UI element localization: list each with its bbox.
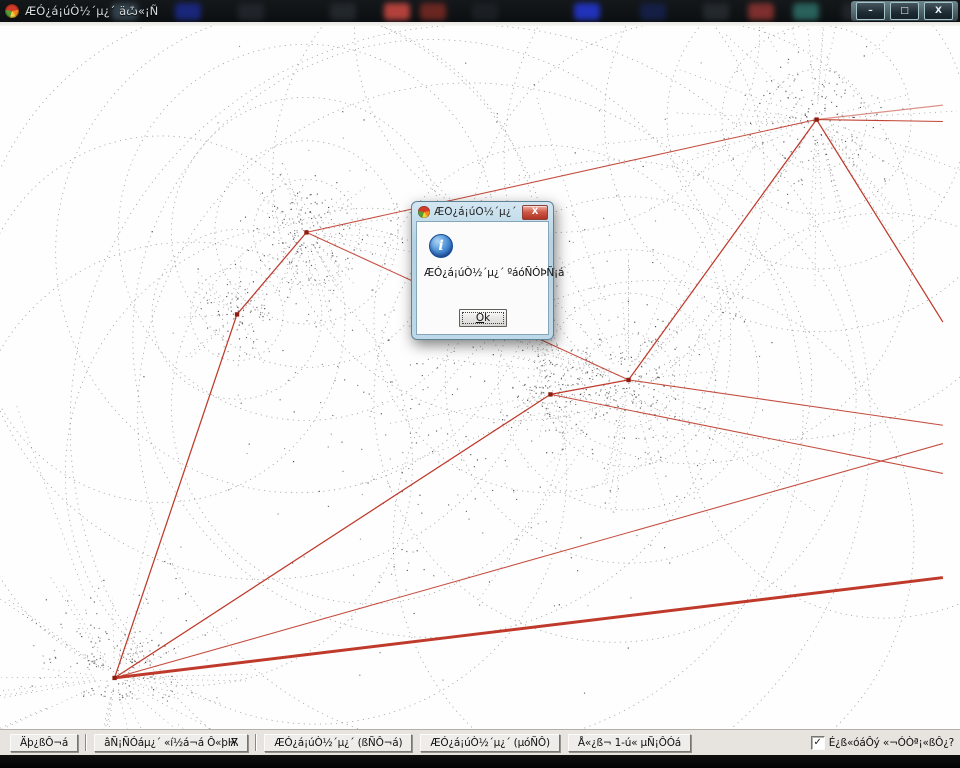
app-window: ÆÓ¿á¡úÒ½´µ¿´ äѽ«¡Ñ – □ X ÆÓ¿á¡úÒ½´µ¿´ äÑ…: [0, 0, 960, 768]
find-first-center-button[interactable]: Å«¿ß¬ 1-ú« µÑ¡ÔÓá: [568, 734, 691, 752]
info-icon: i: [429, 234, 453, 258]
window-titlebar: ÆÓ¿á¡úÒ½´µ¿´ äѽ«¡Ñ – □ X: [0, 0, 960, 22]
taskbar-icon-blob: [175, 3, 201, 20]
generate-point-cloud-button[interactable]: âÑ¡ÑÓáµ¿´ «í½á¬á Ô«þѬ: [94, 734, 248, 752]
taskbar-icon-blob: [703, 3, 729, 20]
triangulation-mesh-button[interactable]: ÆÓ¿á¡úÒ½´µ¿´ (ßÑÔ¬á): [264, 734, 412, 752]
window-controls: – □ X: [851, 1, 958, 21]
taskbar-icon-blob: [330, 3, 356, 20]
taskbar-icon-blob: [238, 3, 264, 20]
bottom-toolbar: Äþ¿ßÔ¬á âÑ¡ÑÓáµ¿´ «í½á¬á Ô«þѬ ÆÓ¿á¡úÒ½´µ…: [0, 729, 960, 755]
bottom-screen-strip: [0, 755, 960, 768]
toolbar-divider: [255, 734, 257, 751]
clear-button[interactable]: Äþ¿ßÔ¬á: [10, 734, 78, 752]
triangulation-color-button[interactable]: ÆÓ¿á¡úÒ½´µ¿´ (µóÑÔ): [420, 734, 560, 752]
taskbar-icon-blob: [640, 3, 666, 20]
ok-button[interactable]: Ok: [459, 309, 507, 327]
taskbar-icon-blob: [748, 3, 774, 20]
dialog-titlebar[interactable]: ÆÓ¿á¡úÒ½´µ¿´ äÑ... X: [416, 202, 549, 221]
dialog-body: i ÆÓ¿á¡úÒ½´µ¿´ ºáóÑÓÞÑ¡á Ok: [416, 221, 549, 335]
taskbar-icon-blob: [793, 3, 819, 20]
taskbar-icon-blob: [472, 3, 498, 20]
maximize-button[interactable]: □: [890, 2, 919, 20]
drawing-canvas[interactable]: [0, 26, 960, 729]
draw-circles-checkbox-group: ✓ É¿ß«óáÔý «¬ÓÒª¡«ßÔ¿?: [811, 736, 954, 750]
window-title: ÆÓ¿á¡úÒ½´µ¿´ äѽ«¡Ñ: [25, 4, 158, 18]
taskbar-icon-blob: [574, 3, 600, 20]
dialog-app-icon: [418, 206, 430, 218]
dialog-close-icon[interactable]: X: [522, 205, 548, 220]
dialog-message: ÆÓ¿á¡úÒ½´µ¿´ ºáóÑÓÞÑ¡á: [424, 267, 564, 279]
triangulation-plot[interactable]: [0, 26, 960, 729]
close-button[interactable]: X: [924, 2, 953, 20]
draw-circles-checkbox[interactable]: ✓: [811, 736, 825, 750]
draw-circles-label: É¿ß«óáÔý «¬ÓÒª¡«ßÔ¿?: [829, 737, 954, 749]
dialog-title: ÆÓ¿á¡úÒ½´µ¿´ äÑ...: [434, 206, 518, 218]
app-icon: [5, 4, 19, 18]
message-dialog: ÆÓ¿á¡úÒ½´µ¿´ äÑ... X i ÆÓ¿á¡úÒ½´µ¿´ ºáóÑ…: [411, 201, 554, 340]
taskbar-icon-blob: [384, 3, 410, 20]
minimize-button[interactable]: –: [856, 2, 885, 20]
toolbar-divider: [85, 734, 87, 751]
taskbar-icon-blob: [420, 3, 446, 20]
